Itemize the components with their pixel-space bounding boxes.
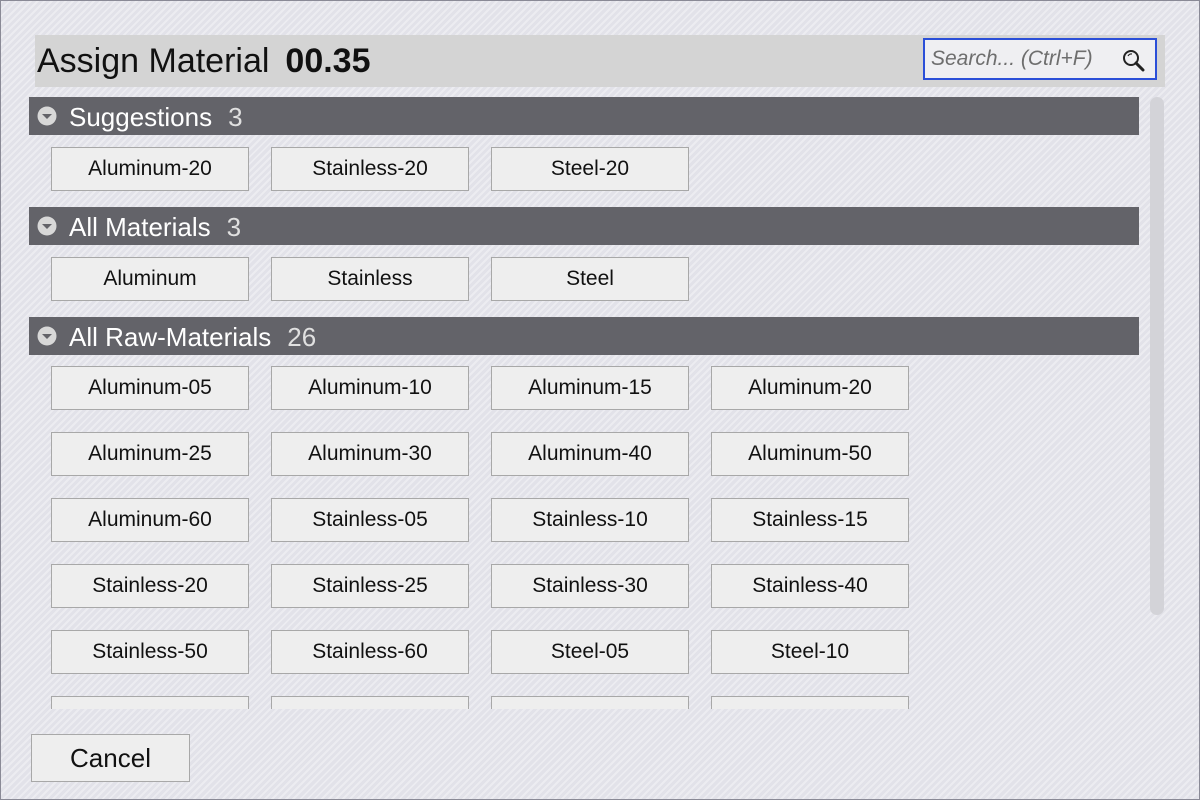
material-tile[interactable]: Steel bbox=[491, 257, 689, 301]
material-tile[interactable]: Stainless-20 bbox=[271, 147, 469, 191]
material-tile[interactable]: Steel-20 bbox=[491, 147, 689, 191]
material-tile[interactable]: Aluminum bbox=[51, 257, 249, 301]
material-tile[interactable]: Steel-05 bbox=[491, 630, 689, 674]
material-tile-clipped[interactable] bbox=[271, 696, 469, 709]
section-count: 3 bbox=[228, 102, 243, 132]
material-tile-clipped[interactable] bbox=[51, 696, 249, 709]
collapse-chevron-icon[interactable] bbox=[37, 106, 57, 126]
material-tile-clipped[interactable] bbox=[711, 696, 909, 709]
section-count: 3 bbox=[226, 212, 242, 242]
dialog-title: Assign Material 00.35 bbox=[37, 42, 371, 81]
cancel-button[interactable]: Cancel bbox=[31, 734, 190, 782]
vertical-scrollbar[interactable] bbox=[1150, 97, 1164, 615]
section-header-all-raw-materials[interactable]: All Raw-Materials 26 bbox=[29, 317, 1139, 355]
dialog-value: 00.35 bbox=[285, 42, 371, 80]
material-tile[interactable]: Steel-10 bbox=[711, 630, 909, 674]
section-count: 26 bbox=[287, 322, 317, 352]
section-title: All Materials 3 bbox=[69, 212, 241, 243]
material-tile[interactable]: Aluminum-15 bbox=[491, 366, 689, 410]
search-box[interactable] bbox=[923, 38, 1157, 80]
section-title: All Raw-Materials 26 bbox=[69, 322, 316, 353]
material-tile[interactable]: Aluminum-50 bbox=[711, 432, 909, 476]
material-tile[interactable]: Stainless-50 bbox=[51, 630, 249, 674]
materials-scroll-area[interactable]: Suggestions 3 Aluminum-20 Stainless-20 St… bbox=[29, 97, 1139, 709]
section-label: All Materials bbox=[69, 212, 211, 242]
collapse-chevron-icon[interactable] bbox=[37, 216, 57, 236]
material-tile[interactable]: Aluminum-10 bbox=[271, 366, 469, 410]
material-tile[interactable]: Stainless-25 bbox=[271, 564, 469, 608]
magnifier-icon[interactable] bbox=[1121, 48, 1145, 72]
material-tile[interactable]: Aluminum-05 bbox=[51, 366, 249, 410]
material-tile-clipped[interactable] bbox=[491, 696, 689, 709]
material-tile[interactable]: Aluminum-60 bbox=[51, 498, 249, 542]
material-tile[interactable]: Stainless bbox=[271, 257, 469, 301]
dialog-title-text: Assign Material bbox=[37, 42, 270, 80]
section-header-suggestions[interactable]: Suggestions 3 bbox=[29, 97, 1139, 135]
search-input[interactable] bbox=[931, 44, 1117, 74]
section-label: All Raw-Materials bbox=[69, 322, 272, 352]
material-tile[interactable]: Stainless-20 bbox=[51, 564, 249, 608]
material-tile[interactable]: Aluminum-20 bbox=[51, 147, 249, 191]
material-tile[interactable]: Aluminum-25 bbox=[51, 432, 249, 476]
material-tile[interactable]: Stainless-30 bbox=[491, 564, 689, 608]
section-header-all-materials[interactable]: All Materials 3 bbox=[29, 207, 1139, 245]
material-tile[interactable]: Stainless-15 bbox=[711, 498, 909, 542]
assign-material-dialog: Assign Material 00.35 Suggestions 3 Alumin… bbox=[0, 0, 1200, 800]
material-tile[interactable]: Stainless-60 bbox=[271, 630, 469, 674]
material-tile[interactable]: Aluminum-30 bbox=[271, 432, 469, 476]
section-title: Suggestions 3 bbox=[69, 102, 243, 133]
collapse-chevron-icon[interactable] bbox=[37, 326, 57, 346]
material-tile[interactable]: Stainless-10 bbox=[491, 498, 689, 542]
material-tile[interactable]: Stainless-40 bbox=[711, 564, 909, 608]
dialog-header: Assign Material 00.35 bbox=[35, 35, 1165, 87]
material-tile[interactable]: Aluminum-20 bbox=[711, 366, 909, 410]
material-tile[interactable]: Aluminum-40 bbox=[491, 432, 689, 476]
section-label: Suggestions bbox=[69, 102, 213, 132]
material-tile[interactable]: Stainless-05 bbox=[271, 498, 469, 542]
